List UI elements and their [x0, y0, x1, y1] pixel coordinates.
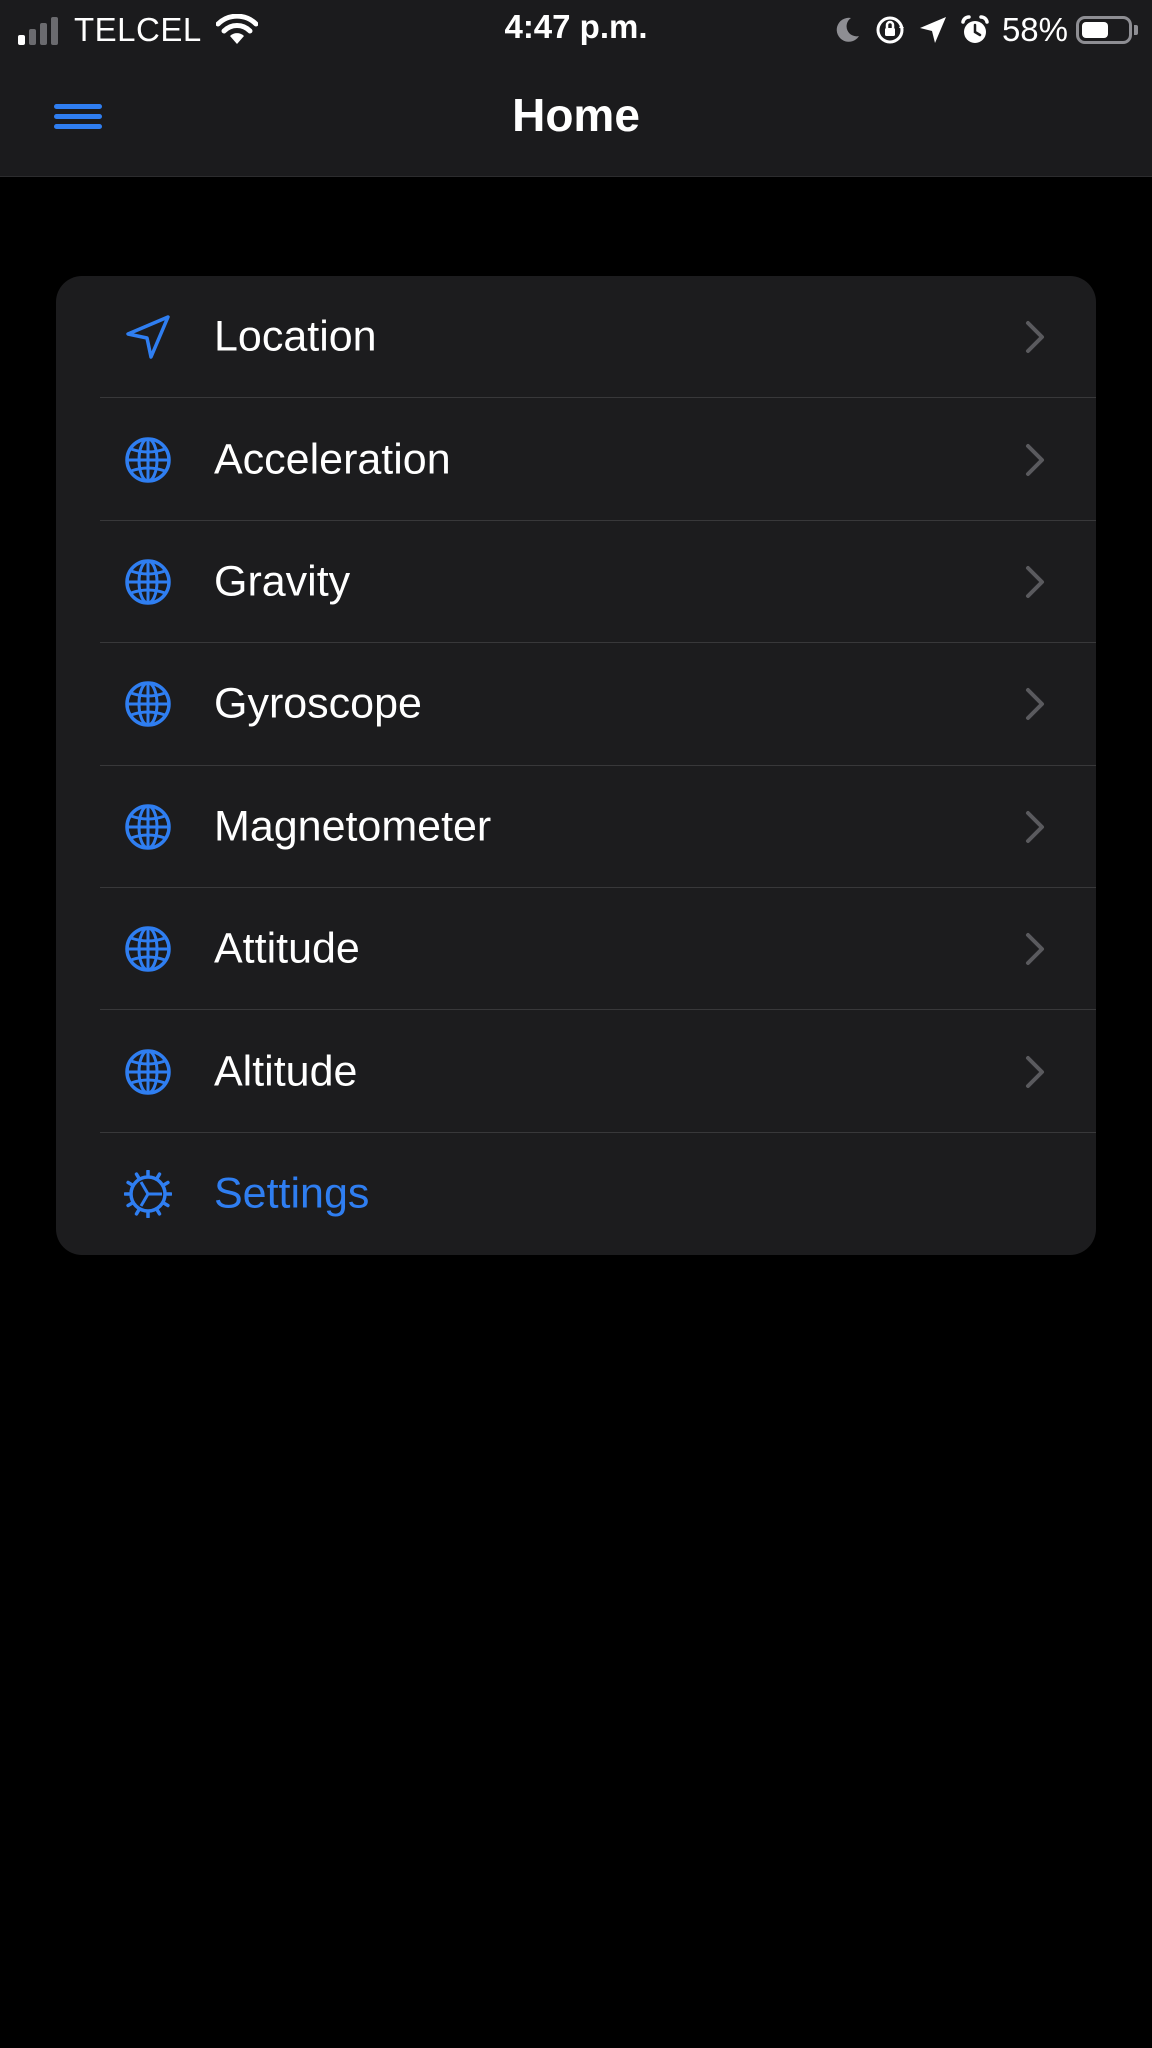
wifi-icon: [215, 14, 258, 44]
chevron-right-icon: [1026, 1055, 1044, 1088]
carrier-name: TELCEL: [74, 11, 202, 48]
status-bar: TELCEL 4:47 p.m. 58%: [0, 0, 1152, 58]
sensor-menu-list: Location Acceleration Gravity Gyroscope …: [56, 276, 1096, 1255]
list-item-altitude[interactable]: Altitude: [56, 1010, 1096, 1133]
chevron-right-icon: [1026, 565, 1044, 598]
battery-level-fill: [1082, 22, 1108, 38]
list-item-gyroscope[interactable]: Gyroscope: [56, 643, 1096, 766]
status-left: TELCEL: [18, 10, 258, 50]
battery-cap: [1134, 25, 1138, 35]
list-item-label: Location: [214, 312, 377, 361]
do-not-disturb-moon-icon: [836, 17, 859, 42]
list-item-label: Acceleration: [214, 435, 451, 484]
alarm-clock-icon: [961, 15, 989, 43]
orientation-lock-icon: [876, 16, 904, 44]
list-item-acceleration[interactable]: Acceleration: [56, 398, 1096, 521]
status-right: 58%: [820, 10, 1138, 50]
chevron-right-icon: [1026, 321, 1044, 354]
battery-percentage: 58%: [1001, 11, 1068, 48]
globe-icon: [124, 803, 172, 851]
list-item-magnetometer[interactable]: Magnetometer: [56, 766, 1096, 888]
globe-icon: [124, 925, 172, 973]
chevron-right-icon: [1026, 688, 1044, 721]
battery-icon: [1076, 16, 1132, 44]
list-item-label: Gravity: [214, 557, 351, 606]
list-item-location[interactable]: Location: [56, 276, 1096, 399]
list-item-settings[interactable]: Settings: [56, 1133, 1096, 1255]
list-item-label: Gyroscope: [214, 679, 422, 728]
list-item-label: Attitude: [214, 924, 360, 973]
list-item-attitude[interactable]: Attitude: [56, 888, 1096, 1011]
globe-icon: [124, 558, 172, 606]
list-item-gravity[interactable]: Gravity: [56, 521, 1096, 644]
list-item-label: Magnetometer: [214, 802, 492, 851]
chevron-right-icon: [1026, 443, 1044, 476]
chevron-right-icon: [1026, 810, 1044, 843]
globe-icon: [124, 680, 172, 728]
list-item-label: Settings: [214, 1169, 370, 1218]
location-arrow-icon: [124, 313, 172, 361]
settings-gear-icon: [123, 1169, 173, 1219]
location-services-icon: [919, 17, 946, 43]
list-item-label: Altitude: [214, 1047, 358, 1096]
navigation-bar: Home: [0, 58, 1152, 177]
chevron-right-icon: [1026, 933, 1044, 966]
page-title: Home: [512, 89, 640, 141]
globe-icon: [124, 1048, 172, 1096]
globe-icon: [124, 436, 172, 484]
signal-strength-icon: [18, 15, 62, 45]
